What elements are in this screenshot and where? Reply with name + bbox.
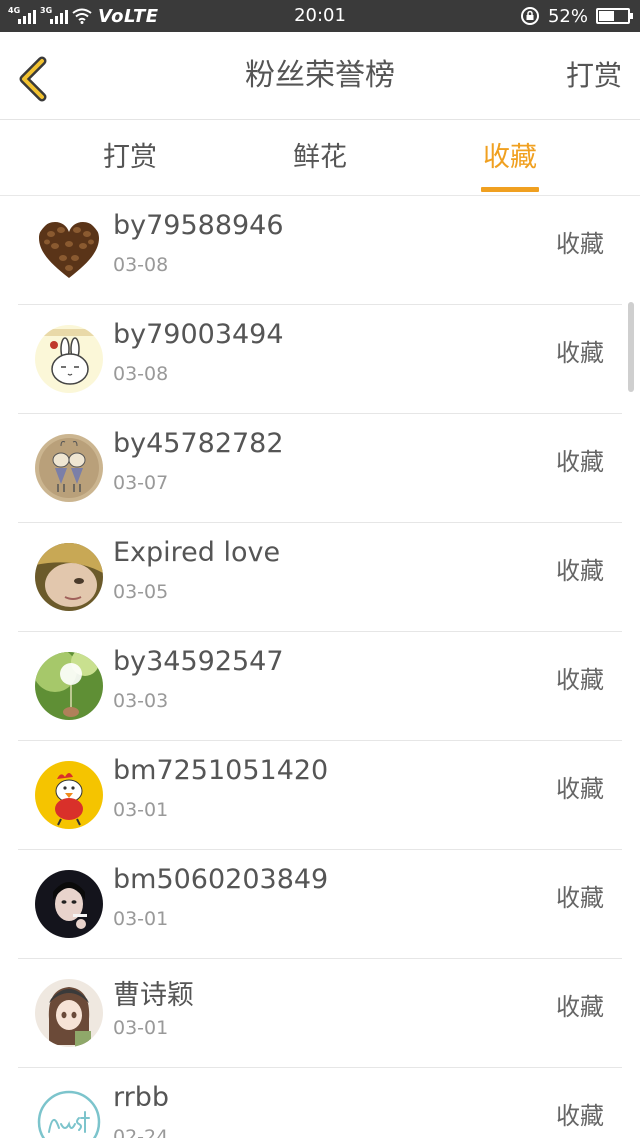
user-name: Expired love [113, 537, 281, 568]
action-type: 收藏 [556, 1102, 604, 1130]
coffee-heart-avatar [35, 216, 103, 284]
action-date: 03-01 [113, 799, 169, 821]
action-type: 收藏 [556, 666, 604, 694]
user-name: by79588946 [113, 210, 284, 241]
list-item[interactable]: 曹诗颖 03-01 收藏 [18, 959, 622, 1068]
list-item[interactable]: Expired love 03-05 收藏 [18, 523, 622, 632]
user-name: 曹诗颖 [113, 980, 194, 1011]
tab-bar: 打赏 鲜花 收藏 [0, 121, 640, 196]
action-type: 收藏 [556, 448, 604, 476]
tab-reward[interactable]: 打赏 [70, 121, 190, 196]
user-name: by34592547 [113, 646, 284, 677]
reward-button[interactable]: 打赏 [566, 32, 622, 120]
doll-couple-avatar [35, 434, 103, 502]
action-date: 03-01 [113, 908, 169, 930]
list-item[interactable]: by79003494 03-08 收藏 [18, 305, 622, 414]
list-item[interactable]: bm7251051420 03-01 收藏 [18, 741, 622, 850]
anime-girl-avatar [35, 979, 103, 1047]
user-name: rrbb [113, 1082, 170, 1113]
page-title: 粉丝荣誉榜 [245, 58, 395, 93]
action-date: 03-07 [113, 472, 169, 494]
action-date: 03-08 [113, 363, 169, 385]
tab-label: 收藏 [483, 142, 537, 173]
list-item[interactable]: by79588946 03-08 收藏 [18, 196, 622, 305]
fan-list[interactable]: by79588946 03-08 收藏 by79003494 03-08 收藏 [0, 196, 640, 1138]
tab-label: 鲜花 [293, 142, 347, 173]
tab-favorites[interactable]: 收藏 [450, 121, 570, 196]
user-name: by79003494 [113, 319, 284, 350]
action-date: 03-03 [113, 690, 169, 712]
action-date: 02-24 [113, 1126, 169, 1138]
august-text-avatar [35, 1088, 103, 1138]
action-type: 收藏 [556, 339, 604, 367]
rotation-lock-icon [520, 7, 539, 25]
dandelion-avatar [35, 652, 103, 720]
list-item[interactable]: bm5060203849 03-01 收藏 [18, 850, 622, 959]
action-type: 收藏 [556, 557, 604, 585]
status-bar: 4G 3G VoLTE 20:01 52% [0, 0, 640, 32]
battery-icon [596, 8, 633, 24]
battery-fill [599, 11, 614, 21]
header: 粉丝荣誉榜 打赏 [0, 32, 640, 120]
scrollbar[interactable] [628, 302, 634, 392]
active-tab-indicator [481, 187, 539, 192]
cartoon-rabbit-avatar [35, 325, 103, 393]
user-name: by45782782 [113, 428, 284, 459]
status-right: 52% [520, 0, 633, 32]
user-name: bm7251051420 [113, 755, 329, 786]
dark-hair-girl-avatar [35, 870, 103, 938]
action-date: 03-01 [113, 1017, 169, 1039]
user-name: bm5060203849 [113, 864, 329, 895]
action-type: 收藏 [556, 230, 604, 258]
list-item[interactable]: by45782782 03-07 收藏 [18, 414, 622, 523]
action-type: 收藏 [556, 884, 604, 912]
action-date: 03-05 [113, 581, 169, 603]
action-date: 03-08 [113, 254, 169, 276]
list-item[interactable]: by34592547 03-03 收藏 [18, 632, 622, 741]
battery-percent: 52% [547, 5, 588, 27]
tab-label: 打赏 [103, 142, 157, 173]
cartoon-chicken-avatar [35, 761, 103, 829]
girl-face-avatar [35, 543, 103, 611]
action-type: 收藏 [556, 993, 604, 1021]
action-type: 收藏 [556, 775, 604, 803]
tab-flowers[interactable]: 鲜花 [260, 121, 380, 196]
list-item[interactable]: rrbb 02-24 收藏 [18, 1068, 622, 1138]
